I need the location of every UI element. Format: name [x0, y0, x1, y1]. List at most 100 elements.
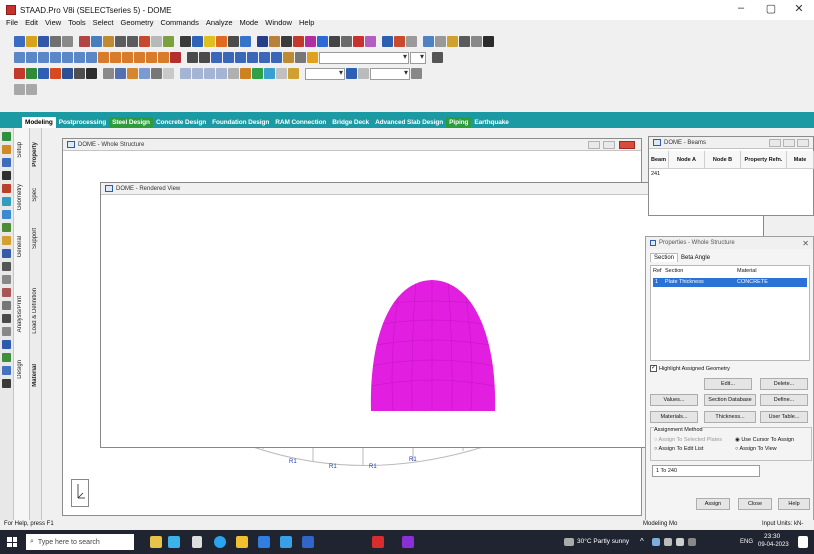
snap-tool-icon[interactable]	[2, 210, 11, 219]
structure-wizard-icon[interactable]	[435, 36, 446, 47]
view-mode-dropdown[interactable]	[410, 51, 426, 64]
subtab-spec[interactable]: Spec	[32, 188, 38, 202]
help-button[interactable]: Help	[778, 498, 810, 510]
menu-mode[interactable]: Mode	[240, 18, 259, 30]
menu-geometry[interactable]: Geometry	[121, 18, 154, 30]
menu-tools[interactable]: Tools	[68, 18, 86, 30]
page-tab-setup[interactable]: Setup	[17, 142, 23, 158]
view-front-icon[interactable]	[14, 52, 25, 63]
surfaces-cursor-icon[interactable]	[62, 68, 73, 79]
close-button[interactable]: ✕	[784, 2, 814, 15]
beams-row-cell[interactable]: 241	[651, 171, 660, 177]
zoom-in-icon[interactable]	[187, 52, 198, 63]
subtab-property[interactable]: Property	[32, 142, 38, 167]
split-tool-icon[interactable]	[2, 314, 11, 323]
mirror-icon[interactable]	[305, 36, 316, 47]
subtab-support[interactable]: Support	[32, 228, 38, 249]
beams-col-beam[interactable]: Beam	[649, 151, 669, 169]
solid-icon[interactable]	[240, 36, 251, 47]
zoom-region-icon[interactable]	[271, 52, 282, 63]
minimize-button[interactable]: –	[726, 2, 756, 14]
view-iso-icon[interactable]	[86, 52, 97, 63]
select-all-icon[interactable]	[103, 68, 114, 79]
notification-icon[interactable]	[798, 536, 808, 548]
rotate-up-icon[interactable]	[98, 52, 109, 63]
rotate-down-icon[interactable]	[110, 52, 121, 63]
draw-tool-icon[interactable]	[2, 197, 11, 206]
view-right-icon[interactable]	[50, 52, 61, 63]
wifi-icon[interactable]	[688, 538, 696, 546]
taskbar-search-box[interactable]: ⌕ Type here to search	[26, 534, 134, 550]
geometry-cursor-icon[interactable]	[74, 68, 85, 79]
merge-icon[interactable]	[365, 36, 376, 47]
plate-numbers-icon[interactable]	[204, 68, 215, 79]
structure-diagrams-icon[interactable]	[358, 68, 369, 79]
plates-tool-icon[interactable]	[2, 158, 11, 167]
use-cursor-option[interactable]: ◉ Use Cursor To Assign	[735, 437, 794, 443]
edge-icon[interactable]	[214, 536, 226, 548]
print-preview-icon[interactable]	[62, 36, 73, 47]
view-selector-dropdown[interactable]	[319, 51, 409, 64]
plate-icon[interactable]	[228, 36, 239, 47]
new-view-icon[interactable]	[307, 52, 318, 63]
assign-selected-option[interactable]: ○ Assign To Selected Plates	[654, 437, 722, 443]
weather-tray-icon[interactable]	[564, 538, 574, 546]
tab-section[interactable]: Section	[650, 253, 679, 262]
network-icon[interactable]	[652, 538, 660, 546]
assign-edit-list-option[interactable]: ○ Assign To Edit List	[654, 446, 703, 452]
solid-numbers-icon[interactable]	[216, 68, 227, 79]
edit-list-input[interactable]: 1 To 240	[652, 465, 760, 477]
display-whole-icon[interactable]	[235, 52, 246, 63]
property-icon[interactable]	[264, 68, 275, 79]
menu-commands[interactable]: Commands	[160, 18, 198, 30]
zoom-window-2-icon[interactable]	[259, 52, 270, 63]
page-tab-geometry[interactable]: Geometry	[17, 184, 23, 210]
plate-label-icon[interactable]	[406, 36, 417, 47]
zoom-previous-icon[interactable]	[247, 52, 258, 63]
materials-button[interactable]: Materials...	[650, 411, 698, 423]
zoom-window-icon[interactable]	[192, 36, 203, 47]
set-view-icon[interactable]	[283, 52, 294, 63]
view-top-icon[interactable]	[62, 52, 73, 63]
options-icon[interactable]	[471, 36, 482, 47]
cut-icon[interactable]	[79, 36, 90, 47]
nodes-cursor-icon[interactable]	[14, 68, 25, 79]
widget-icon[interactable]	[150, 536, 162, 548]
delete-button[interactable]: Delete...	[760, 378, 808, 390]
maximize-button[interactable]: ▢	[756, 2, 786, 15]
mail-icon[interactable]	[280, 536, 292, 548]
redo-icon[interactable]	[127, 36, 138, 47]
clock-time[interactable]: 23:30	[764, 533, 780, 540]
paste-icon[interactable]	[103, 36, 114, 47]
print-icon[interactable]	[50, 36, 61, 47]
beams-tool-icon[interactable]	[2, 145, 11, 154]
menu-help[interactable]: Help	[299, 18, 314, 30]
tab-beta-angle[interactable]: Beta Angle	[678, 254, 713, 262]
tab-ram-connection[interactable]: RAM Connection	[272, 117, 329, 128]
tab-steel-design[interactable]: Steel Design	[109, 117, 153, 128]
node-numbers-icon[interactable]	[180, 68, 191, 79]
delete-icon[interactable]	[353, 36, 364, 47]
subtab-material[interactable]: Material	[32, 364, 38, 387]
support-icon[interactable]	[252, 68, 263, 79]
link-tool-icon[interactable]	[2, 249, 11, 258]
beam-numbers-icon[interactable]	[192, 68, 203, 79]
select-group-icon[interactable]	[151, 68, 162, 79]
beams-col-node-a[interactable]: Node A	[669, 151, 705, 169]
rendered-view-icon[interactable]	[204, 36, 215, 47]
measure-tool-icon[interactable]	[2, 262, 11, 271]
assign-button[interactable]: Assign	[696, 498, 730, 510]
view-bottom-icon[interactable]	[74, 52, 85, 63]
tab-earthquake[interactable]: Earthquake	[471, 117, 511, 128]
tab-concrete-design[interactable]: Concrete Design	[153, 117, 209, 128]
rotate-right-icon[interactable]	[134, 52, 145, 63]
generate-tool-icon[interactable]	[2, 236, 11, 245]
highlight-geometry-row[interactable]: ✓ Highlight Assigned Geometry	[650, 365, 730, 372]
beam-parallel-icon[interactable]	[86, 68, 97, 79]
select-inverse-icon[interactable]	[127, 68, 138, 79]
teams-icon[interactable]	[302, 536, 314, 548]
rotate-icon[interactable]	[151, 36, 162, 47]
thickness-button[interactable]: Thickness...	[704, 411, 756, 423]
page-tab-design[interactable]: Design	[17, 360, 23, 379]
tab-foundation-design[interactable]: Foundation Design	[209, 117, 272, 128]
